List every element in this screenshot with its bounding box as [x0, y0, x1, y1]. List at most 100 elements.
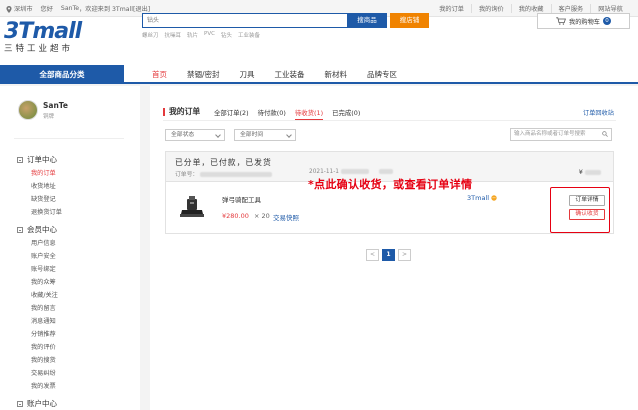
- cart-icon: [556, 17, 566, 25]
- order-time: 2021-11-1: [309, 169, 393, 175]
- tab-completed[interactable]: 已完成(0): [332, 108, 360, 120]
- top-bar-left: 深圳市 您好 SanTe ，欢迎来到 3Tmall [退出]: [6, 4, 150, 13]
- sidebar-item-messages[interactable]: 我的留言: [31, 303, 56, 312]
- sidebar-item-stockout[interactable]: 缺货登记: [31, 194, 56, 203]
- redacted-shop: [378, 169, 393, 174]
- top-link-service[interactable]: 客户服务: [550, 4, 591, 13]
- status-filter-select[interactable]: 全部状态: [165, 129, 225, 141]
- confirm-receipt-button[interactable]: 确认收货: [569, 209, 605, 220]
- hot-keyword[interactable]: PVC: [204, 31, 215, 39]
- sidebar-item-crowdfunding[interactable]: 我的众筹: [31, 277, 56, 286]
- order-search-placeholder: 输入商品名称或者订单号搜索: [514, 131, 586, 137]
- search-input[interactable]: [143, 14, 343, 26]
- welcome-text: ，欢迎来到 3Tmall: [79, 6, 133, 13]
- pagination: < 1 >: [366, 249, 411, 261]
- search-shops-button[interactable]: 搜店铺: [390, 13, 429, 28]
- nav-item-home[interactable]: 首页: [142, 65, 177, 84]
- sidebar-item-favorites[interactable]: 收藏/关注: [31, 290, 58, 299]
- hot-keyword[interactable]: 轨片: [187, 31, 198, 39]
- prev-page-button[interactable]: <: [366, 249, 379, 261]
- redacted-order-number: [200, 172, 273, 177]
- section-title: 账户中心: [27, 399, 57, 408]
- collapse-icon: [17, 400, 23, 407]
- sidebar-item-my-orders[interactable]: 我的订单: [31, 168, 56, 177]
- main-nav: 全部商品分类 首页 禁锢/密封 刀具 工业装备 新材料 品牌专区: [0, 65, 638, 84]
- tab-all-orders[interactable]: 全部订单(2): [214, 108, 249, 120]
- sidebar-item-user-info[interactable]: 用户信息: [31, 238, 56, 247]
- product-thumbnail[interactable]: [178, 195, 206, 220]
- avatar[interactable]: [18, 100, 38, 120]
- top-link-inquiry[interactable]: 我的询价: [471, 4, 511, 13]
- site-logo[interactable]: 3Tmall 三特工业超市: [4, 19, 114, 59]
- logout-link[interactable]: [退出]: [133, 4, 150, 13]
- order-search-input[interactable]: 输入商品名称或者订单号搜索: [510, 128, 612, 141]
- section-title: 订单中心: [27, 155, 57, 164]
- greeting-text: 您好: [40, 6, 53, 13]
- top-username[interactable]: SanTe: [61, 5, 79, 12]
- location-pin-icon: [6, 5, 12, 13]
- redacted-time: [340, 169, 369, 174]
- sidebar-item-sourcing[interactable]: 我的搜货: [31, 355, 56, 364]
- tab-pending-receipt[interactable]: 待收货(1): [294, 108, 324, 120]
- nav-item-brand-zone[interactable]: 品牌专区: [357, 65, 407, 84]
- user-name: SanTe: [43, 101, 69, 110]
- top-link-favorites[interactable]: 我的收藏: [510, 4, 551, 13]
- section-title: 会员中心: [27, 225, 57, 234]
- sidebar-section-account[interactable]: 账户中心: [17, 398, 57, 409]
- divider: [14, 138, 124, 139]
- cart-button[interactable]: 我的购物车 0: [537, 13, 630, 29]
- sidebar-item-invoices[interactable]: 我的发票: [31, 381, 56, 390]
- all-categories-button[interactable]: 全部商品分类: [0, 65, 124, 84]
- shop-link[interactable]: 3Tmall: [467, 194, 497, 202]
- nav-item-industrial-equipment[interactable]: 工业装备: [265, 65, 315, 84]
- sidebar-section-member[interactable]: 会员中心: [17, 224, 57, 235]
- status-filter-value: 全部状态: [171, 132, 195, 138]
- order-time-text: 2021-11-1: [309, 169, 340, 175]
- tab-pending-payment[interactable]: 待付款(0): [258, 108, 286, 120]
- logo-mark: 3Tmall: [4, 19, 82, 44]
- sidebar-item-notifications[interactable]: 消息通知: [31, 316, 56, 325]
- chevron-down-icon: [215, 132, 221, 138]
- nav-item-cutting-tools[interactable]: 刀具: [230, 65, 265, 84]
- order-status: 已分单，已付款，已发货: [175, 158, 272, 167]
- sidebar-item-binding[interactable]: 账号绑定: [31, 264, 56, 273]
- sidebar-item-addresses[interactable]: 收货地址: [31, 181, 56, 190]
- search-icon[interactable]: [602, 131, 608, 137]
- redacted-total: [585, 169, 601, 175]
- chat-icon[interactable]: [491, 195, 497, 201]
- sidebar-item-referral[interactable]: 分销推荐: [31, 329, 56, 338]
- top-links: 我的订单 我的询价 我的收藏 客户服务 网站导航: [432, 4, 630, 13]
- time-filter-select[interactable]: 全部时间: [234, 129, 296, 141]
- location-selector[interactable]: 深圳市: [6, 4, 33, 13]
- top-link-sitemap[interactable]: 网站导航: [590, 4, 630, 13]
- nav-item-sealing[interactable]: 禁锢/密封: [177, 65, 230, 84]
- hot-keyword[interactable]: 工业装备: [238, 31, 260, 39]
- sidebar-item-returns[interactable]: 退换货订单: [31, 207, 62, 216]
- sidebar-section-orders[interactable]: 订单中心: [17, 154, 57, 165]
- cart-label: 我的购物车: [569, 18, 600, 26]
- cart-count-badge: 0: [602, 17, 611, 25]
- order-detail-button[interactable]: 订单详情: [569, 195, 605, 206]
- collapse-icon: [17, 226, 23, 233]
- hot-keyword[interactable]: 螺丝刀: [142, 31, 159, 39]
- sidebar-item-security[interactable]: 账户安全: [31, 251, 56, 260]
- chevron-down-icon: [286, 132, 292, 138]
- hot-keywords: 螺丝刀 抗噪耳 轨片 PVC 钻头 工业装备: [142, 31, 260, 39]
- page-number-current[interactable]: 1: [382, 249, 395, 261]
- user-level: 铜牌: [43, 114, 55, 120]
- snapshot-link[interactable]: 交易快照: [273, 212, 299, 222]
- page-title: 我的订单: [163, 108, 200, 116]
- order-recycle-link[interactable]: 订单回收站: [583, 108, 614, 117]
- search-products-button[interactable]: 搜商品: [347, 13, 387, 28]
- sidebar-item-reviews[interactable]: 我的评价: [31, 342, 56, 351]
- product-name[interactable]: 弹弓骑配工具: [222, 194, 261, 204]
- logo-subtitle: 三特工业超市: [4, 44, 74, 54]
- time-filter-value: 全部时间: [240, 132, 264, 138]
- nav-item-new-materials[interactable]: 新材料: [315, 65, 358, 84]
- hot-keyword[interactable]: 抗噪耳: [165, 31, 182, 39]
- sidebar-item-disputes[interactable]: 交易纠纷: [31, 368, 56, 377]
- hot-keyword[interactable]: 钻头: [221, 31, 232, 39]
- next-page-button[interactable]: >: [398, 249, 411, 261]
- collapse-icon: [17, 156, 23, 163]
- top-link-orders[interactable]: 我的订单: [432, 4, 471, 13]
